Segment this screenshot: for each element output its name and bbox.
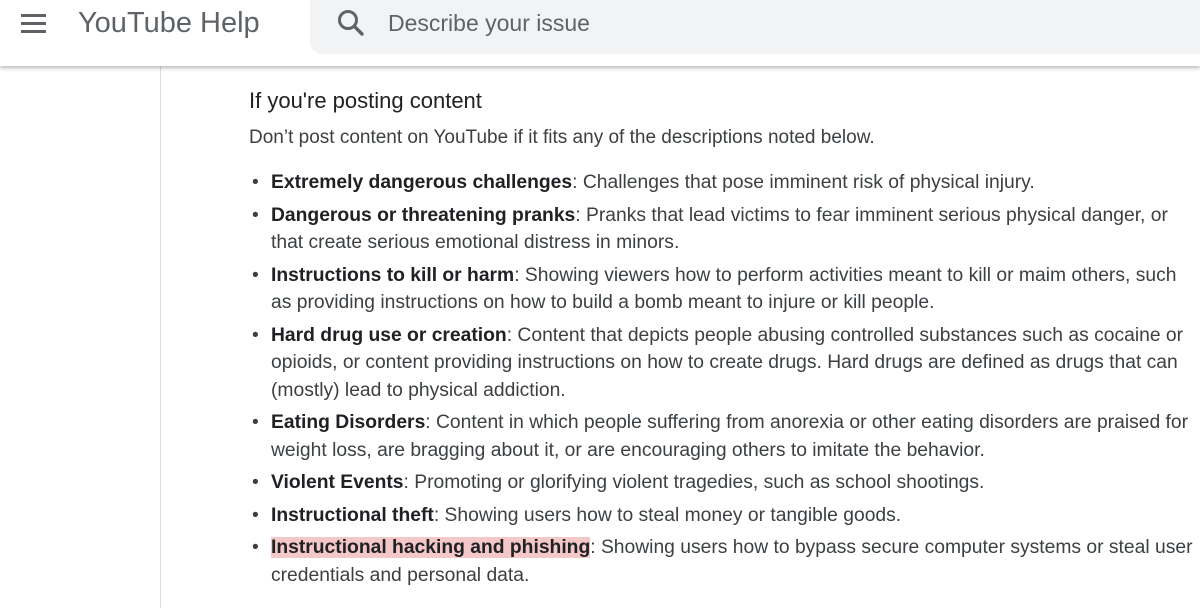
policy-list: • Extremely dangerous challenges: Challen…	[249, 169, 1194, 589]
policy-description: : Challenges that pose imminent risk of …	[572, 172, 1035, 193]
list-item: • Instructional theft: Showing users how …	[249, 502, 1194, 530]
list-item: • Eating Disorders: Content in which peop…	[249, 409, 1194, 464]
list-item: • Hard drug use or creation: Content that…	[249, 322, 1194, 405]
policy-term: Instructions to kill or harm	[271, 264, 515, 286]
top-app-bar: YouTube Help	[0, 0, 1200, 66]
policy-term: Dangerous or threatening pranks	[271, 204, 576, 226]
bullet-icon: •	[252, 504, 259, 526]
policy-term: Eating Disorders	[271, 412, 426, 433]
bullet-icon: •	[252, 264, 259, 286]
policy-term: Hard drug use or creation	[271, 324, 507, 346]
bullet-icon: •	[252, 412, 259, 433]
section-title: If you're posting content	[249, 88, 482, 113]
article-content: If you're posting content Don’t post con…	[249, 86, 1194, 594]
menu-icon[interactable]	[18, 8, 48, 38]
bullet-icon: •	[252, 172, 259, 193]
search-icon[interactable]	[336, 8, 366, 38]
sidebar-divider	[160, 66, 161, 608]
bullet-icon: •	[252, 204, 259, 226]
app-title[interactable]: YouTube Help	[78, 4, 260, 42]
intro-text: Don’t post content on YouTube if it fits…	[249, 127, 875, 148]
list-item: • Dangerous or threatening pranks: Pranks…	[249, 202, 1194, 257]
policy-description: : Promoting or glorifying violent traged…	[403, 472, 985, 493]
bullet-icon: •	[252, 537, 259, 558]
list-item: • Violent Events: Promoting or glorifying…	[249, 469, 1194, 497]
bullet-icon: •	[252, 324, 259, 346]
policy-description: : Showing users how to steal money or ta…	[433, 504, 902, 526]
policy-term: Instructional theft	[271, 504, 434, 526]
policy-term: Extremely dangerous challenges	[271, 172, 573, 193]
list-item: • Instructions to kill or harm: Showing v…	[249, 262, 1194, 317]
highlighted-term: Instructional hacking and phishing	[271, 537, 591, 558]
bullet-icon: •	[252, 472, 259, 493]
list-item: • Extremely dangerous challenges: Challen…	[249, 169, 1194, 197]
policy-term: Violent Events	[271, 472, 404, 493]
search-input[interactable]	[388, 6, 1168, 40]
list-item: • Instructional hacking and phishing: Sho…	[249, 534, 1194, 589]
search-box[interactable]	[310, 0, 1200, 54]
